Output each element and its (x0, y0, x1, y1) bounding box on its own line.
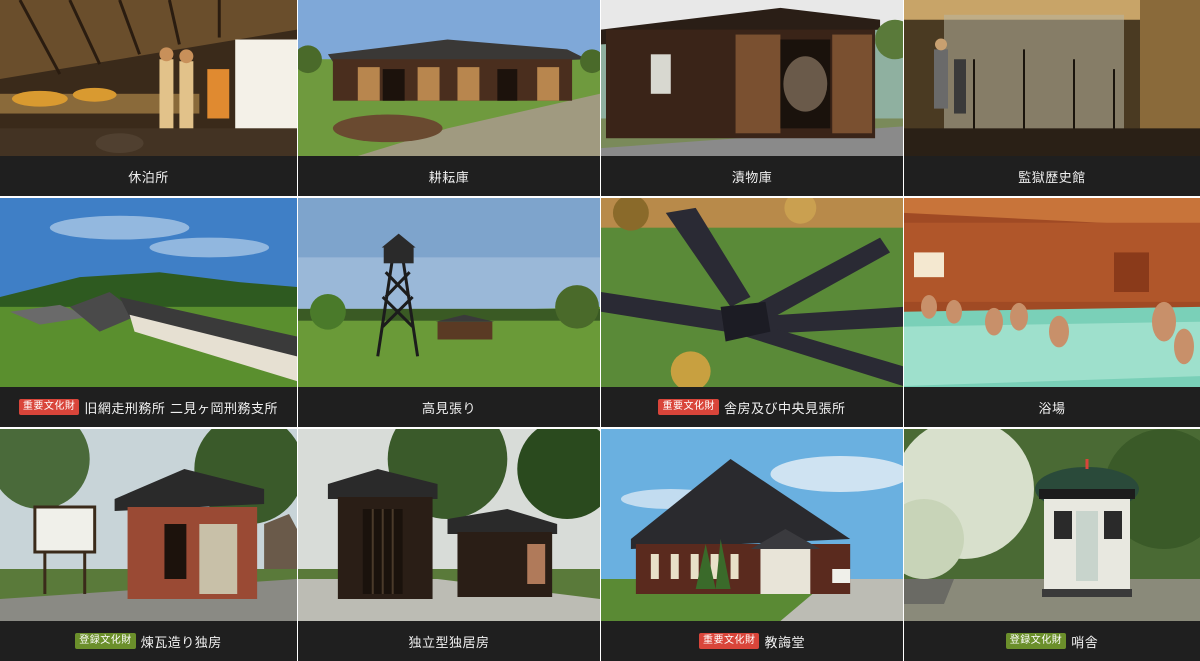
caption: 重要文化財 舎房及び中央見張所 (601, 387, 903, 427)
card-pickle-storehouse[interactable]: 漬物庫 (601, 0, 904, 198)
caption: 登録文化財 煉瓦造り独房 (0, 621, 297, 661)
important-cultural-property-badge: 重要文化財 (658, 399, 719, 415)
photo-history-museum (904, 0, 1200, 156)
facility-gallery: 休泊所 耕耘庫 漬物庫 監獄歴史館 重要文化財 旧網走刑務所 二見ヶ岡刑務支所 … (0, 0, 1200, 661)
card-farm-barn[interactable]: 耕耘庫 (298, 0, 601, 198)
caption: 休泊所 (0, 156, 297, 196)
caption: 重要文化財 教誨堂 (601, 621, 903, 661)
photo-bathhouse (904, 198, 1200, 387)
card-watchtower[interactable]: 高見張り (298, 198, 601, 429)
title: 独立型独居房 (408, 635, 490, 651)
registered-cultural-property-badge: 登録文化財 (75, 633, 136, 649)
card-history-museum[interactable]: 監獄歴史館 (904, 0, 1200, 198)
caption: 重要文化財 旧網走刑務所 二見ヶ岡刑務支所 (0, 387, 297, 427)
photo-pickle-storehouse (601, 0, 903, 156)
title: 舎房及び中央見張所 (723, 401, 846, 417)
photo-lodging (0, 0, 297, 156)
title: 休泊所 (128, 170, 169, 186)
title: 高見張り (421, 401, 476, 417)
card-lodging[interactable]: 休泊所 (0, 0, 298, 198)
caption: 登録文化財 哨舎 (904, 621, 1200, 661)
registered-cultural-property-badge: 登録文化財 (1005, 633, 1067, 649)
important-cultural-property-badge: 重要文化財 (698, 633, 760, 649)
photo-guard-booth (904, 429, 1200, 621)
card-chapel[interactable]: 重要文化財 教誨堂 (601, 429, 904, 661)
title: 哨舎 (1071, 635, 1099, 651)
photo-standalone-solitary (298, 429, 600, 621)
card-standalone-solitary[interactable]: 独立型独居房 (298, 429, 601, 661)
caption: 監獄歴史館 (904, 156, 1200, 196)
title: 煉瓦造り独房 (140, 635, 222, 651)
caption: 浴場 (904, 387, 1200, 427)
card-guard-booth[interactable]: 登録文化財 哨舎 (904, 429, 1200, 661)
caption: 漬物庫 (601, 156, 903, 196)
caption: 高見張り (298, 387, 600, 427)
title: 旧網走刑務所 二見ヶ岡刑務支所 (84, 401, 279, 417)
title: 耕耘庫 (428, 170, 470, 186)
card-futamigaoka[interactable]: 重要文化財 旧網走刑務所 二見ヶ岡刑務支所 (0, 198, 298, 429)
title: 監獄歴史館 (1018, 170, 1086, 186)
card-cell-blocks[interactable]: 重要文化財 舎房及び中央見張所 (601, 198, 904, 429)
photo-watchtower (298, 198, 600, 387)
photo-farm-barn (298, 0, 600, 156)
card-bathhouse[interactable]: 浴場 (904, 198, 1200, 429)
photo-cell-blocks (601, 198, 903, 387)
title: 教誨堂 (764, 635, 805, 651)
photo-chapel (601, 429, 903, 621)
caption: 独立型独居房 (298, 621, 600, 661)
title: 浴場 (1038, 401, 1066, 417)
caption: 耕耘庫 (298, 156, 600, 196)
title: 漬物庫 (731, 170, 773, 186)
photo-futamigaoka (0, 198, 297, 387)
photo-brick-solitary (0, 429, 297, 621)
important-cultural-property-badge: 重要文化財 (18, 399, 80, 415)
card-brick-solitary[interactable]: 登録文化財 煉瓦造り独房 (0, 429, 298, 661)
